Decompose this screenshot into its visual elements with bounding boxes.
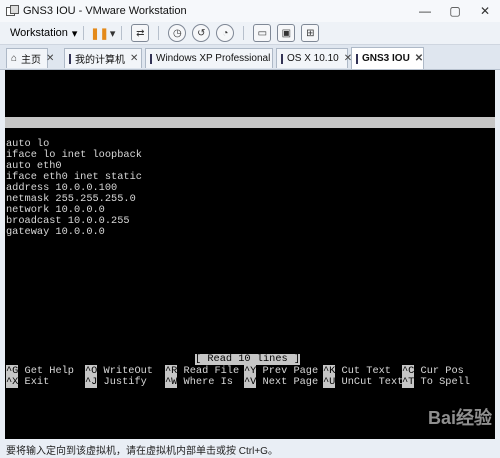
nano-header-bar: GNU nano 2.2.6 File: /etc/network/interf… <box>5 117 495 150</box>
minimize-button[interactable]: — <box>410 0 440 22</box>
home-icon: ⌂ <box>11 52 18 64</box>
vm-icon <box>281 53 283 64</box>
toolbar-divider <box>83 26 85 40</box>
close-button[interactable]: ✕ <box>470 0 500 22</box>
vm-console[interactable]: GNU nano 2.2.6 File: /etc/network/interf… <box>5 70 495 439</box>
tab-gns3-iou[interactable]: GNS3 IOU ✕ <box>351 47 424 69</box>
close-icon[interactable]: ✕ <box>41 53 54 64</box>
view-icon[interactable]: ⊞ <box>301 24 320 42</box>
computer-icon <box>69 53 71 64</box>
toolbar: Workstation ▾ ❚❚ ▾ ⇄ ◷ ↺ ◔ ▭ ▣ ⊞ <box>0 22 500 45</box>
title-bar: GNS3 IOU - VMware Workstation — ▢ ✕ <box>0 0 500 23</box>
tab-windows-xp[interactable]: Windows XP Professional ✕ <box>145 48 284 68</box>
shortcut-to-spell: ^T To Spell <box>402 376 470 388</box>
vmware-app-icon <box>6 5 19 17</box>
unity-icon[interactable]: ▣ <box>277 24 296 42</box>
shortcut-justify: ^J Justify <box>85 376 147 388</box>
toolbar-divider <box>243 26 245 40</box>
tab-label: OS X 10.10 <box>287 53 339 64</box>
shortcut-exit: ^X Exit <box>6 376 50 388</box>
revert-icon[interactable]: ↺ <box>192 24 211 42</box>
toolbar-divider <box>158 26 160 40</box>
pause-button[interactable]: ❚❚ ▾ <box>90 27 115 40</box>
snapshot-manager-icon[interactable]: ◔ <box>216 24 235 42</box>
nano-status-message: [ Read 10 lines ] <box>195 353 301 365</box>
vm-icon <box>356 53 358 64</box>
pause-icon: ❚❚ <box>90 27 109 40</box>
tab-label: Windows XP Professional <box>156 53 271 64</box>
fullscreen-icon[interactable]: ▭ <box>253 24 272 42</box>
tab-osx[interactable]: OS X 10.10 ✕ <box>276 48 352 68</box>
close-icon[interactable]: ✕ <box>410 53 423 64</box>
status-bar: 要将输入定向到该虚拟机，请在虚拟机内部单击或按 Ctrl+G。 <box>0 440 500 458</box>
window-controls: — ▢ ✕ <box>410 0 500 22</box>
baidu-watermark: Bai经验 <box>427 408 492 428</box>
nano-file-label: File: /etc/network/interfaces <box>155 138 335 150</box>
shortcut-uncut-text: ^U UnCut Text <box>323 376 404 388</box>
vm-icon <box>150 53 152 64</box>
nano-editor[interactable]: GNU nano 2.2.6 File: /etc/network/interf… <box>5 70 495 439</box>
maximize-button[interactable]: ▢ <box>440 0 470 22</box>
status-bar-text: 要将输入定向到该虚拟机，请在虚拟机内部单击或按 Ctrl+G。 <box>6 445 278 457</box>
tab-label: 我的计算机 <box>75 55 125 66</box>
workstation-menu[interactable]: Workstation ▾ <box>10 27 77 40</box>
toolbar-divider <box>121 26 123 40</box>
file-line: gateway 10.0.0.0 <box>6 226 105 238</box>
tab-home[interactable]: ⌂ 主页 ✕ <box>6 48 54 68</box>
snapshot-icon[interactable]: ◷ <box>168 24 187 42</box>
shortcut-where-is: ^W Where Is <box>165 376 233 388</box>
vm-send-icon[interactable]: ⇄ <box>131 24 150 42</box>
close-icon[interactable]: ✕ <box>125 53 138 64</box>
workstation-menu-label: Workstation <box>10 27 68 39</box>
tab-my-computer[interactable]: 我的计算机 ✕ <box>64 48 142 68</box>
tab-label: GNS3 IOU <box>362 53 410 64</box>
shortcut-next-page: ^V Next Page <box>244 376 319 388</box>
tab-bar: ⌂ 主页 ✕ 我的计算机 ✕ Windows XP Professional ✕… <box>0 45 500 70</box>
tab-label: 主页 <box>21 55 42 66</box>
chevron-down-icon: ▾ <box>109 27 116 40</box>
window-title: GNS3 IOU - VMware Workstation <box>23 5 187 17</box>
chevron-down-icon: ▾ <box>71 27 78 40</box>
